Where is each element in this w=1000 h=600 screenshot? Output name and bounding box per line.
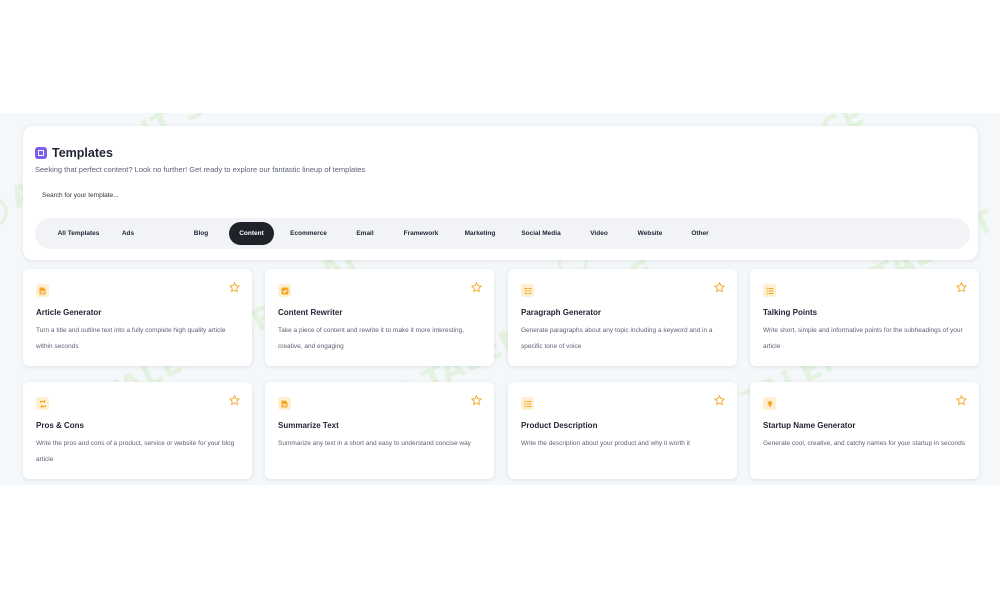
favorite-star-icon[interactable] [714, 395, 725, 406]
card-description: Turn a title and outline text into a ful… [36, 327, 226, 350]
card-description: Write short, simple and informative poin… [763, 327, 963, 350]
tab-content[interactable]: Content [229, 222, 274, 245]
list-icon [521, 397, 534, 410]
tab-ecommerce[interactable]: Ecommerce [282, 222, 335, 245]
card-description: Write the description about your product… [521, 440, 690, 447]
tab-framework[interactable]: Framework [396, 222, 446, 245]
card-title: Summarize Text [278, 421, 339, 430]
favorite-star-icon[interactable] [471, 395, 482, 406]
template-card-summarize-text[interactable]: Summarize Text Summarize any text in a s… [265, 382, 494, 479]
template-card-product-description[interactable]: Product Description Write the descriptio… [508, 382, 737, 479]
template-card-pros-cons[interactable]: Pros & Cons Write the pros and cons of a… [23, 382, 252, 479]
card-title: Talking Points [763, 308, 818, 317]
template-card-paragraph-generator[interactable]: Paragraph Generator Generate paragraphs … [508, 269, 737, 366]
tab-blog[interactable]: Blog [180, 222, 222, 245]
tab-all-templates[interactable]: All Templates [35, 222, 122, 245]
favorite-star-icon[interactable] [956, 395, 967, 406]
card-title: Content Rewriter [278, 308, 343, 317]
favorite-star-icon[interactable] [229, 395, 240, 406]
tab-video[interactable]: Video [583, 222, 615, 245]
card-title: Startup Name Generator [763, 421, 856, 430]
document-icon [36, 284, 49, 297]
card-description: Take a piece of content and rewrite it t… [278, 327, 465, 350]
card-title: Product Description [521, 421, 598, 430]
card-description: Generate paragraphs about any topic incl… [521, 327, 713, 350]
swap-icon [36, 397, 49, 410]
card-description: Summarize any text in a short and easy t… [278, 440, 471, 447]
favorite-star-icon[interactable] [714, 282, 725, 293]
template-card-content-rewriter[interactable]: Content Rewriter Take a piece of content… [265, 269, 494, 366]
card-description: Generate cool, creative, and catchy name… [763, 440, 965, 447]
page-subtitle: Seeking that perfect content? Look no fu… [35, 165, 366, 174]
tab-website[interactable]: Website [630, 222, 670, 245]
card-title: Paragraph Generator [521, 308, 602, 317]
favorite-star-icon[interactable] [471, 282, 482, 293]
document-icon [278, 397, 291, 410]
tab-other[interactable]: Other [685, 222, 715, 245]
paragraph-icon [521, 284, 534, 297]
templates-header: Templates Seeking that perfect content? … [23, 126, 978, 260]
templates-icon [35, 147, 47, 159]
page-title: Templates [52, 146, 113, 160]
tab-ads[interactable]: Ads [114, 222, 142, 245]
card-title: Article Generator [36, 308, 102, 317]
tab-social-media[interactable]: Social Media [514, 222, 568, 245]
lightbulb-icon [763, 397, 776, 410]
search-input[interactable] [36, 186, 376, 204]
favorite-star-icon[interactable] [229, 282, 240, 293]
card-title: Pros & Cons [36, 421, 85, 430]
template-card-startup-name-generator[interactable]: Startup Name Generator Generate cool, cr… [750, 382, 979, 479]
template-card-talking-points[interactable]: Talking Points Write short, simple and i… [750, 269, 979, 366]
checkbox-icon [278, 284, 291, 297]
templates-page: AI TALENT SPACE AI TALENT SPACE AI TALEN… [0, 113, 1000, 485]
category-tabs: All Templates Ads Blog Content Ecommerce… [35, 218, 970, 249]
favorite-star-icon[interactable] [956, 282, 967, 293]
tab-email[interactable]: Email [347, 222, 383, 245]
list-icon [763, 284, 776, 297]
template-card-article-generator[interactable]: Article Generator Turn a title and outli… [23, 269, 252, 366]
card-description: Write the pros and cons of a product, se… [36, 440, 235, 463]
tab-marketing[interactable]: Marketing [457, 222, 503, 245]
